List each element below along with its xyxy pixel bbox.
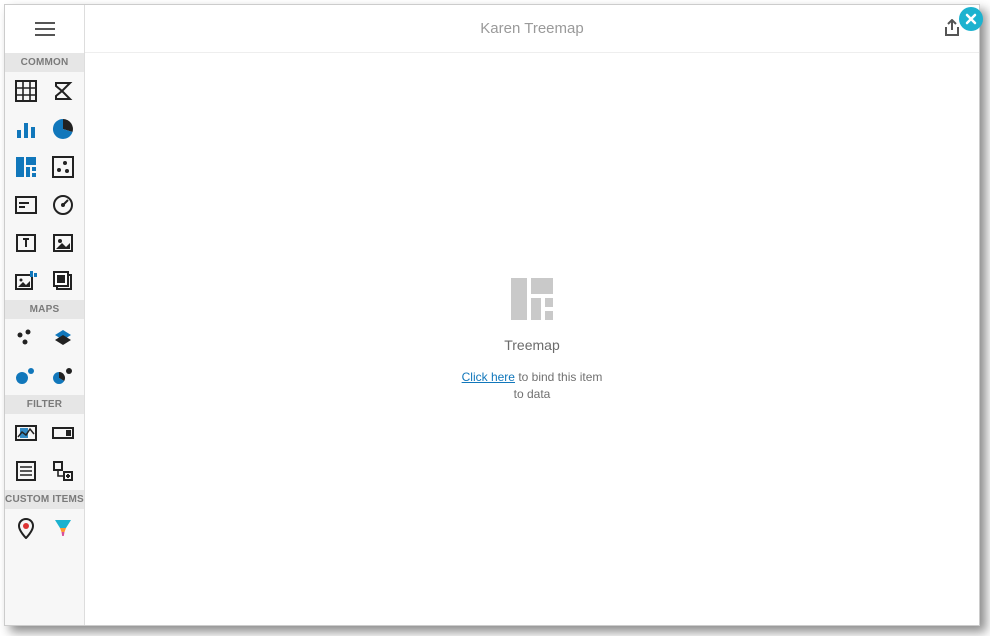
scatter-icon	[52, 156, 74, 178]
app-frame: COMMON	[4, 4, 980, 626]
treeview-icon	[52, 460, 74, 482]
item-pie[interactable]	[45, 114, 83, 144]
pie-chart-icon	[52, 118, 74, 140]
bar-chart-icon	[15, 118, 37, 140]
page-title: Karen Treemap	[103, 20, 961, 37]
treemap-icon	[15, 156, 37, 178]
layers-icon	[52, 327, 74, 349]
bound-image-icon	[15, 270, 37, 292]
custom-items	[5, 509, 84, 547]
hamburger-menu[interactable]	[35, 22, 55, 36]
section-common: COMMON	[5, 53, 84, 72]
sigma-icon	[52, 80, 74, 102]
range-filter-icon	[15, 422, 37, 444]
empty-state: Treemap Click here to bind this item to …	[85, 53, 979, 625]
empty-hint: Click here to bind this item to data	[457, 369, 607, 403]
sidebar: COMMON	[5, 5, 85, 625]
gauge-icon	[52, 194, 74, 216]
image-icon	[52, 232, 74, 254]
item-grid[interactable]	[7, 76, 45, 106]
funnel-icon	[52, 517, 74, 539]
pin-icon	[15, 517, 37, 539]
close-button[interactable]	[959, 7, 983, 31]
choropleth-icon	[15, 327, 37, 349]
item-piemap[interactable]	[45, 361, 83, 391]
item-range[interactable]	[7, 418, 45, 448]
item-funnel[interactable]	[45, 513, 83, 543]
textbox-icon	[15, 232, 37, 254]
item-chart[interactable]	[7, 114, 45, 144]
item-listbox[interactable]	[7, 456, 45, 486]
card-icon	[15, 194, 37, 216]
item-geopoint[interactable]	[45, 323, 83, 353]
item-bubblemap[interactable]	[7, 361, 45, 391]
item-image[interactable]	[45, 228, 83, 258]
listbox-icon	[15, 460, 37, 482]
bubble-map-icon	[15, 365, 37, 387]
item-treemap[interactable]	[7, 152, 45, 182]
export-button[interactable]	[943, 19, 961, 42]
item-group[interactable]	[45, 266, 83, 296]
empty-name: Treemap	[457, 337, 607, 353]
item-gauge[interactable]	[45, 190, 83, 220]
group-icon	[52, 270, 74, 292]
section-maps: MAPS	[5, 300, 84, 319]
item-pivot[interactable]	[45, 76, 83, 106]
item-choropleth[interactable]	[7, 323, 45, 353]
filter-items	[5, 414, 84, 490]
item-textbox[interactable]	[7, 228, 45, 258]
common-items	[5, 72, 84, 300]
bind-data-link[interactable]: Click here	[462, 370, 515, 384]
item-combobox[interactable]	[45, 418, 83, 448]
content-header: Karen Treemap	[85, 5, 979, 53]
grid-icon	[15, 80, 37, 102]
item-online-map[interactable]	[7, 513, 45, 543]
empty-inner: Treemap Click here to bind this item to …	[457, 276, 607, 403]
item-bound-image[interactable]	[7, 266, 45, 296]
item-scatter[interactable]	[45, 152, 83, 182]
treemap-placeholder-icon	[457, 276, 607, 327]
item-card[interactable]	[7, 190, 45, 220]
item-treeview[interactable]	[45, 456, 83, 486]
pie-map-icon	[52, 365, 74, 387]
section-custom: CUSTOM ITEMS	[5, 490, 84, 509]
section-filter: FILTER	[5, 395, 84, 414]
maps-items	[5, 319, 84, 395]
combobox-icon	[52, 422, 74, 444]
export-icon	[943, 19, 961, 37]
close-icon	[965, 13, 977, 25]
empty-hint-rest: to bind this item to data	[514, 370, 603, 401]
main-content: Karen Treemap T	[85, 5, 979, 625]
menu-bar	[5, 5, 84, 53]
